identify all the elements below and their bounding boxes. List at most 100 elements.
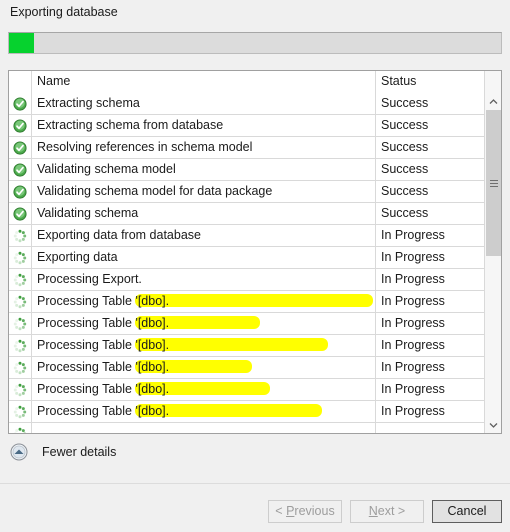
column-header-status[interactable]: Status [376,71,484,93]
progress-spinner-icon [13,273,27,286]
progress-bar-fill [9,33,34,53]
cancel-button[interactable]: Cancel [432,500,502,523]
table-row[interactable]: Processing Export. In Progress [9,269,484,291]
row-name-text: Processing Table '[dbo]. [37,316,170,330]
row-status-icon-cell [9,423,32,433]
row-status-cell: In Progress [381,272,445,286]
progress-spinner-icon [13,229,27,242]
scrollbar-thumb[interactable] [486,110,501,256]
row-name-text: Validating schema model [37,162,176,176]
row-status-cell: In Progress [381,360,445,374]
list-rows-viewport: Extracting schema Success Extracting sche… [9,93,484,433]
table-row[interactable]: Validating schema Success [9,203,484,225]
table-row[interactable]: Processing Table '[dbo]. In Progress [9,379,484,401]
row-name-cell: Extracting schema [32,93,376,114]
table-row[interactable]: Processing Table '[dbo]. In Progress [9,291,484,313]
progress-spinner-icon [13,361,27,374]
row-name-cell: Resolving references in schema model [32,137,376,158]
row-name-cell: Validating schema model [32,159,376,180]
row-status-icon-cell [9,247,32,268]
row-name-text: Validating schema model for data package [37,184,273,198]
fewer-details-toggle[interactable]: Fewer details [10,440,116,464]
row-status-cell: Success [381,118,429,132]
row-status-icon-cell [9,401,32,422]
row-status-icon-cell [9,137,32,158]
scrollbar-header-cap [484,71,501,93]
row-status-icon-cell [9,93,32,114]
column-header-name[interactable]: Name [32,71,376,93]
table-row[interactable]: Processing Table '[dbo]. In Progress [9,335,484,357]
success-check-icon [13,206,27,221]
table-row[interactable]: Validating schema model for data package… [9,181,484,203]
success-check-icon [13,184,27,199]
success-check-icon [13,96,27,111]
row-status-cell: Success [381,184,429,198]
success-check-icon [13,162,27,177]
row-status-icon-cell [9,225,32,246]
row-name-text: Processing Export. [37,272,142,286]
scrollbar-up-arrow-button[interactable] [485,93,501,110]
next-button[interactable]: Next > [350,500,424,523]
row-status-cell: Success [381,96,429,110]
row-status-icon-cell [9,181,32,202]
row-name-cell [32,423,376,433]
table-row[interactable]: Extracting schema from database Success [9,115,484,137]
row-status-icon-cell [9,335,32,356]
row-name-text: Processing Table '[dbo]. [37,404,170,418]
row-status-cell: In Progress [381,404,445,418]
scrollbar-down-arrow-button[interactable] [485,416,501,433]
row-name-cell: Exporting data [32,247,376,268]
row-name-cell: Processing Table '[dbo]. [32,291,376,312]
row-name-cell: Exporting data from database [32,225,376,246]
fewer-details-label: Fewer details [42,445,117,459]
row-name-text: Extracting schema from database [37,118,224,132]
row-name-cell: Validating schema [32,203,376,224]
row-status-icon-cell [9,203,32,224]
table-row[interactable]: Extracting schema Success [9,93,484,115]
row-name-cell: Extracting schema from database [32,115,376,136]
chevron-down-icon [489,422,497,428]
row-name-text: Exporting data from database [37,228,201,242]
table-row[interactable]: Processing Table '[dbo]. In Progress [9,401,484,423]
table-row[interactable] [9,423,484,433]
row-status-icon-cell [9,357,32,378]
table-row[interactable]: Resolving references in schema model Succ… [9,137,484,159]
table-row[interactable]: Processing Table '[dbo]. In Progress [9,313,484,335]
details-list: Name Status Extracting schema Success Ext… [8,70,502,434]
table-row[interactable]: Exporting data In Progress [9,247,484,269]
row-name-text: Resolving references in schema model [37,140,253,154]
progress-bar [8,32,502,54]
row-name-text: Processing Table '[dbo]. [37,360,170,374]
row-status-cell: In Progress [381,228,445,242]
previous-button[interactable]: < Previous [268,500,342,523]
row-name-cell: Processing Table '[dbo]. [32,357,376,378]
progress-spinner-icon [13,405,27,418]
row-status-cell: In Progress [381,250,445,264]
row-status-icon-cell [9,269,32,290]
row-name-text: Processing Table '[dbo]. [37,294,170,308]
row-status-cell: Success [381,140,429,154]
row-name-cell: Processing Table '[dbo]. [32,335,376,356]
row-status-icon-cell [9,115,32,136]
table-row[interactable]: Validating schema model Success [9,159,484,181]
row-name-cell: Processing Table '[dbo]. [32,401,376,422]
row-name-text: Validating schema [37,206,139,220]
row-status-cell: Success [381,206,429,220]
table-row[interactable]: Processing Table '[dbo]. In Progress [9,357,484,379]
success-check-icon [13,118,27,133]
table-row[interactable]: Exporting data from database In Progress [9,225,484,247]
row-status-icon-cell [9,313,32,334]
row-status-icon-cell [9,291,32,312]
row-status-icon-cell [9,159,32,180]
row-status-cell [376,423,484,433]
row-status-cell: In Progress [381,294,445,308]
column-header-icon[interactable] [9,71,32,93]
row-name-cell: Processing Table '[dbo]. [32,313,376,334]
progress-spinner-icon [13,295,27,308]
list-scrollbar[interactable] [484,93,501,433]
progress-spinner-icon [13,339,27,352]
progress-spinner-icon [13,383,27,396]
row-name-cell: Processing Table '[dbo]. [32,379,376,400]
success-check-icon [13,140,27,155]
row-name-text: Exporting data [37,250,118,264]
